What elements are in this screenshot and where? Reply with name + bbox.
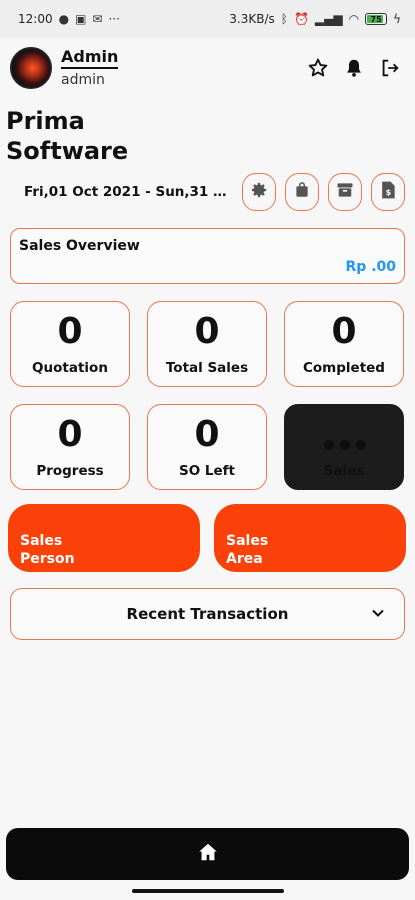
completed-label: Completed: [303, 360, 385, 376]
archive-button[interactable]: [328, 173, 362, 211]
quotation-label: Quotation: [32, 360, 108, 376]
progress-card[interactable]: 0 Progress: [10, 404, 130, 490]
sales-card-label: Sales: [323, 463, 365, 479]
progress-count: 0: [57, 414, 83, 455]
total-sales-label: Total Sales: [165, 360, 249, 376]
wifi-icon: ◠: [348, 12, 360, 26]
quotation-count: 0: [57, 311, 83, 352]
completed-card[interactable]: 0 Completed: [284, 301, 404, 387]
completed-count: 0: [331, 311, 357, 352]
gear-icon: [249, 180, 269, 204]
shopping-bag-button[interactable]: [285, 173, 319, 211]
status-bar: 12:00 ● ▣ ✉ ··· 3.3KB/s ᛒ ⏰ ▂▄▆ ◠ 75 ϟ: [0, 0, 415, 38]
signal-icon: ▂▄▆: [314, 12, 343, 26]
date-range-picker[interactable]: Fri,01 Oct 2021 - Sun,31 Oct 2021: [10, 184, 236, 200]
more-notifications-icon: ···: [108, 12, 120, 26]
app-header: Admin admin: [10, 44, 405, 92]
charging-icon: ϟ: [393, 12, 401, 26]
sales-overview-title: Sales Overview: [19, 238, 140, 254]
shopping-bag-icon: [293, 181, 311, 203]
bluetooth-icon: ᛒ: [280, 12, 288, 26]
sales-area-label-line1: Sales: [226, 533, 269, 549]
more-dots-icon: •••: [320, 429, 370, 462]
user-info: Admin admin: [61, 47, 119, 89]
alarm-icon: ⏰: [293, 12, 309, 26]
sales-area-label-line2: Area: [226, 551, 263, 567]
invoice-button[interactable]: $: [371, 173, 405, 211]
total-sales-card[interactable]: 0 Total Sales: [147, 301, 267, 387]
total-sales-count: 0: [194, 311, 220, 352]
bottom-nav-bar: [6, 828, 409, 880]
bell-icon[interactable]: [343, 57, 365, 79]
quotation-card[interactable]: 0 Quotation: [10, 301, 130, 387]
chevron-down-icon: [370, 605, 386, 621]
svg-text:$: $: [386, 187, 392, 197]
sales-overview-amount: Rp .00: [345, 259, 396, 275]
sales-card[interactable]: ••• Sales: [284, 404, 404, 490]
user-role: admin: [61, 72, 105, 89]
mail-icon: ✉: [92, 12, 103, 26]
archive-icon: [335, 180, 355, 204]
invoice-icon: $: [379, 180, 397, 204]
sales-person-button[interactable]: Sales Person: [8, 504, 200, 572]
date-row: Fri,01 Oct 2021 - Sun,31 Oct 2021 $: [10, 172, 405, 212]
so-left-card[interactable]: 0 SO Left: [147, 404, 267, 490]
sales-person-label-line2: Person: [20, 551, 75, 567]
gesture-home-indicator[interactable]: [132, 889, 284, 893]
progress-label: Progress: [36, 463, 104, 479]
company-name: Prima Software: [6, 106, 128, 166]
settings-button[interactable]: [242, 173, 276, 211]
recent-transaction-title: Recent Transaction: [126, 605, 289, 623]
company-name-line2: Software: [6, 137, 129, 165]
so-left-label: SO Left: [179, 463, 235, 479]
status-time: 12:00: [18, 12, 53, 26]
company-name-line1: Prima: [6, 107, 85, 135]
recent-transaction-dropdown[interactable]: Recent Transaction: [10, 588, 405, 640]
battery-icon: 75: [365, 13, 388, 25]
gallery-icon: ▣: [75, 12, 87, 26]
notification-icon: ●: [58, 12, 70, 26]
home-icon[interactable]: [197, 841, 219, 867]
user-name: Admin: [61, 47, 119, 70]
network-speed: 3.3KB/s: [229, 12, 275, 26]
sales-overview-card[interactable]: Sales Overview Rp .00: [10, 228, 405, 284]
logout-icon[interactable]: [379, 57, 401, 79]
so-left-count: 0: [194, 414, 220, 455]
star-icon[interactable]: [307, 57, 329, 79]
avatar[interactable]: [10, 47, 52, 89]
sales-area-button[interactable]: Sales Area: [214, 504, 406, 572]
battery-level: 75: [370, 14, 382, 24]
sales-person-label-line1: Sales: [20, 533, 63, 549]
